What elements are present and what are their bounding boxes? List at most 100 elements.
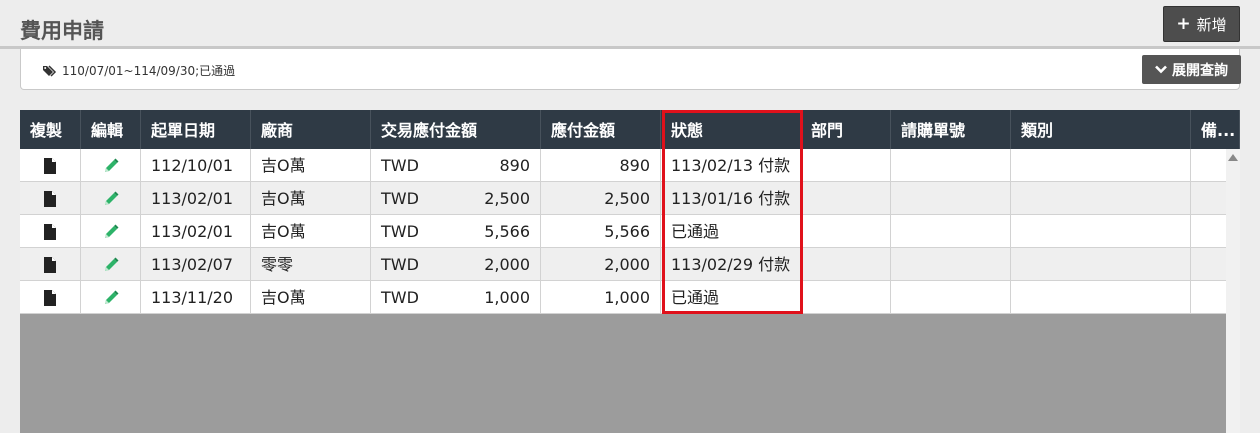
page-title: 費用申請 xyxy=(20,19,104,43)
cell-date: 113/02/01 xyxy=(141,215,251,248)
scroll-up-icon[interactable] xyxy=(1228,154,1238,161)
trade-amount: 5,566 xyxy=(484,222,530,241)
cell-date: 113/02/01 xyxy=(141,182,251,215)
cell-category xyxy=(1011,281,1191,314)
trade-amount: 2,500 xyxy=(484,189,530,208)
add-button-label: 新增 xyxy=(1196,15,1227,34)
header-col-po[interactable]: 請購單號 xyxy=(891,110,1011,149)
cell-status: 113/01/16 付款 xyxy=(661,182,801,215)
cell-edit[interactable] xyxy=(81,182,141,215)
cell-dept xyxy=(801,182,891,215)
plus-icon: + xyxy=(1176,13,1191,34)
cell-po xyxy=(891,149,1011,182)
pencil-icon[interactable] xyxy=(102,289,120,307)
cell-category xyxy=(1011,149,1191,182)
header-col-status[interactable]: 狀態 xyxy=(661,110,801,149)
header-col-payable[interactable]: 應付金額 xyxy=(541,110,661,149)
pencil-icon[interactable] xyxy=(102,256,120,274)
cell-status: 113/02/29 付款 xyxy=(661,248,801,281)
cell-copy[interactable] xyxy=(20,281,81,314)
document-icon[interactable] xyxy=(43,157,57,174)
cell-dept xyxy=(801,215,891,248)
header-col-copy[interactable]: 複製 xyxy=(20,110,81,149)
cell-vendor: 吉O萬 xyxy=(251,182,371,215)
cell-category xyxy=(1011,215,1191,248)
vertical-scrollbar[interactable] xyxy=(1226,149,1240,433)
cell-status: 已通過 xyxy=(661,281,801,314)
cell-edit[interactable] xyxy=(81,248,141,281)
cell-payable: 5,566 xyxy=(541,215,661,248)
trade-amount: 2,000 xyxy=(484,255,530,274)
table-row[interactable]: 113/11/20 吉O萬 TWD 1,000 1,000 已通過 xyxy=(20,281,1240,314)
pencil-icon[interactable] xyxy=(102,157,120,175)
cell-vendor: 零零 xyxy=(251,248,371,281)
header-col-vendor[interactable]: 廠商 xyxy=(251,110,371,149)
currency: TWD xyxy=(381,222,419,241)
header-col-trade-amount[interactable]: 交易應付金額 xyxy=(371,110,541,149)
cell-trade-amount: TWD 890 xyxy=(371,149,541,182)
table-header: 複製 編輯 起單日期 廠商 交易應付金額 應付金額 狀態 部門 請購單號 類別 備... xyxy=(20,110,1240,149)
expense-table: 複製 編輯 起單日期 廠商 交易應付金額 應付金額 狀態 部門 請購單號 類別 備... 112/1… xyxy=(20,110,1240,433)
cell-copy[interactable] xyxy=(20,149,81,182)
table-row[interactable]: 113/02/07 零零 TWD 2,000 2,000 113/02/29 付款 xyxy=(20,248,1240,281)
cell-trade-amount: TWD 2,000 xyxy=(371,248,541,281)
tag-icon xyxy=(43,64,57,77)
currency: TWD xyxy=(381,189,419,208)
table-body: 112/10/01 吉O萬 TWD 890 890 113/02/13 付款 113/02/… xyxy=(20,149,1240,314)
cell-trade-amount: TWD 2,500 xyxy=(371,182,541,215)
cell-category xyxy=(1011,182,1191,215)
add-button[interactable]: + 新增 xyxy=(1163,6,1240,42)
cell-copy[interactable] xyxy=(20,182,81,215)
filter-text: 110/07/01~114/09/30;已通過 xyxy=(62,64,236,78)
header-col-date[interactable]: 起單日期 xyxy=(141,110,251,149)
filter-summary: 110/07/01~114/09/30;已通過 xyxy=(43,62,235,79)
trade-amount: 890 xyxy=(499,156,530,175)
cell-vendor: 吉O萬 xyxy=(251,215,371,248)
cell-dept xyxy=(801,281,891,314)
cell-trade-amount: TWD 5,566 xyxy=(371,215,541,248)
cell-copy[interactable] xyxy=(20,215,81,248)
cell-payable: 2,000 xyxy=(541,248,661,281)
cell-date: 113/02/07 xyxy=(141,248,251,281)
cell-status: 已通過 xyxy=(661,215,801,248)
currency: TWD xyxy=(381,255,419,274)
pencil-icon[interactable] xyxy=(102,223,120,241)
cell-edit[interactable] xyxy=(81,281,141,314)
expand-query-label: 展開查詢 xyxy=(1172,62,1228,79)
cell-po xyxy=(891,248,1011,281)
header-col-edit[interactable]: 編輯 xyxy=(81,110,141,149)
cell-category xyxy=(1011,248,1191,281)
header-col-dept[interactable]: 部門 xyxy=(801,110,891,149)
document-icon[interactable] xyxy=(43,190,57,207)
page-header: 費用申請 + 新增 xyxy=(0,0,1260,46)
table-row[interactable]: 112/10/01 吉O萬 TWD 890 890 113/02/13 付款 xyxy=(20,149,1240,182)
cell-edit[interactable] xyxy=(81,215,141,248)
header-col-category[interactable]: 類別 xyxy=(1011,110,1191,149)
cell-vendor: 吉O萬 xyxy=(251,281,371,314)
trade-amount: 1,000 xyxy=(484,288,530,307)
document-icon[interactable] xyxy=(43,289,57,306)
document-icon[interactable] xyxy=(43,256,57,273)
cell-trade-amount: TWD 1,000 xyxy=(371,281,541,314)
cell-copy[interactable] xyxy=(20,248,81,281)
currency: TWD xyxy=(381,288,419,307)
cell-po xyxy=(891,182,1011,215)
cell-po xyxy=(891,215,1011,248)
cell-payable: 890 xyxy=(541,149,661,182)
cell-payable: 1,000 xyxy=(541,281,661,314)
expand-query-button[interactable]: 展開查詢 xyxy=(1142,55,1241,84)
cell-po xyxy=(891,281,1011,314)
currency: TWD xyxy=(381,156,419,175)
cell-edit[interactable] xyxy=(81,149,141,182)
table-row[interactable]: 113/02/01 吉O萬 TWD 2,500 2,500 113/01/16 付款 xyxy=(20,182,1240,215)
cell-status: 113/02/13 付款 xyxy=(661,149,801,182)
table-row[interactable]: 113/02/01 吉O萬 TWD 5,566 5,566 已通過 xyxy=(20,215,1240,248)
cell-date: 112/10/01 xyxy=(141,149,251,182)
chevron-down-icon xyxy=(1155,65,1167,74)
document-icon[interactable] xyxy=(43,223,57,240)
pencil-icon[interactable] xyxy=(102,190,120,208)
filter-panel: 110/07/01~114/09/30;已通過 展開查詢 xyxy=(20,49,1241,90)
header-col-note[interactable]: 備... xyxy=(1191,110,1240,149)
cell-dept xyxy=(801,248,891,281)
cell-payable: 2,500 xyxy=(541,182,661,215)
